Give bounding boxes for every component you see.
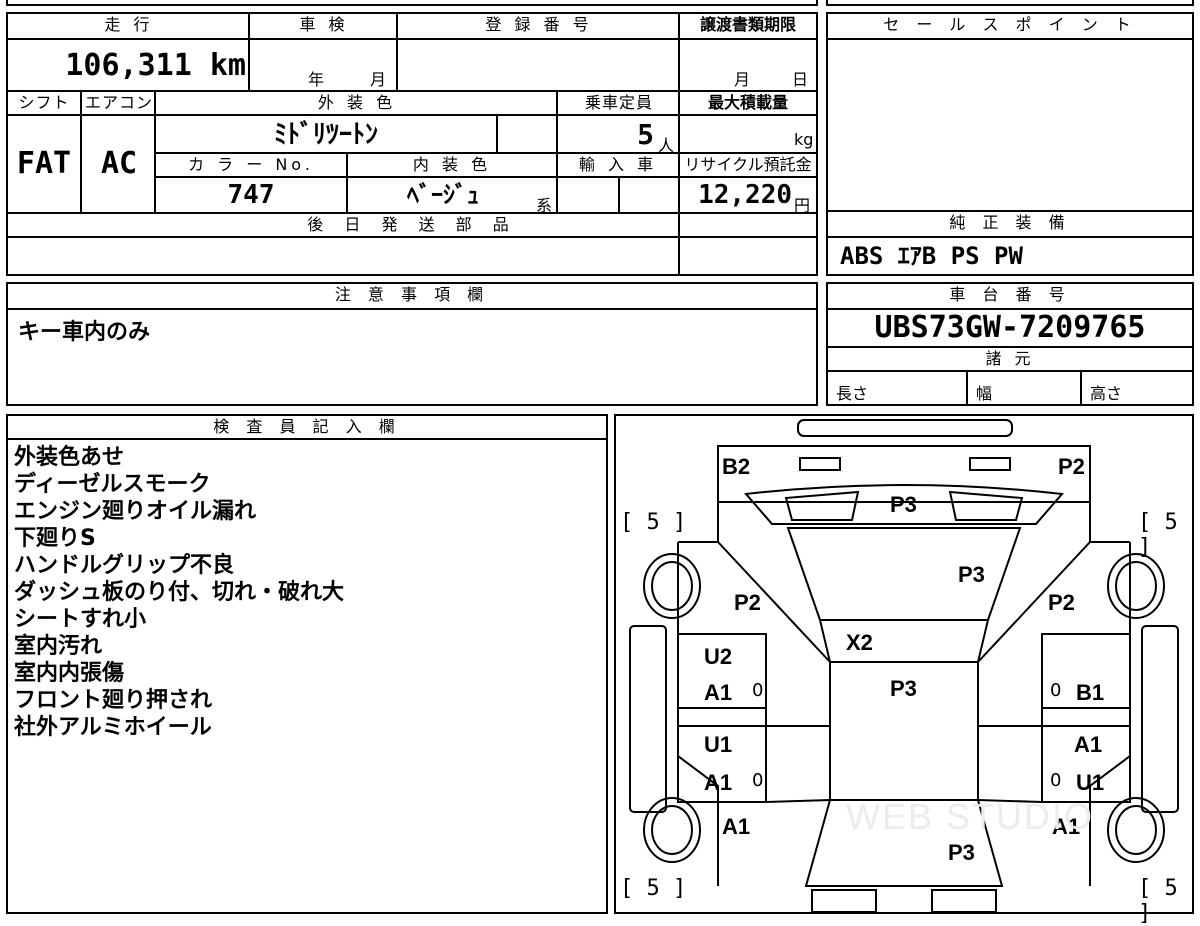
inspector-line: ダッシュ板のり付、切れ・破れ大: [14, 580, 345, 605]
capacity-label: 乗車定員: [584, 93, 653, 112]
sales-point-label: セ ー ル ス ポ イ ン ト: [828, 14, 1192, 40]
label-p3-rear: P3: [948, 840, 975, 865]
mileage-label: 走 行: [104, 15, 154, 34]
import-car-label: 輸 入 車: [578, 155, 658, 174]
inspector-line: 外装色あせ: [14, 445, 125, 470]
load-capacity-unit: kg: [794, 130, 814, 149]
interior-color-label: 内 装 色: [412, 155, 492, 174]
mileage-value: 106,311 km: [65, 48, 246, 83]
zero-mark: 0: [752, 770, 764, 791]
notes-box: 注 意 事 項 欄 キー車内のみ: [6, 282, 818, 406]
later-parts-label: 後 日 発 送 部 品: [307, 215, 517, 234]
transfer-month-unit: 月: [734, 70, 751, 89]
transfer-day-unit: 日: [792, 70, 809, 89]
equipment-box: 純 正 装 備 ABS ｴｱB PS PW: [826, 210, 1194, 276]
aircon-label: エアコン: [84, 93, 153, 112]
label-p3-roof: P3: [890, 676, 917, 701]
inspector-line: シートすれ小: [14, 607, 147, 632]
shaken-label: 車 検: [299, 15, 349, 34]
recycle-deposit-value: 12,220: [698, 180, 792, 210]
zero-mark: 0: [1050, 770, 1062, 791]
label-p2-left: P2: [734, 590, 761, 615]
capacity-value: 5: [637, 118, 654, 151]
chassis-value: UBS73GW-7209765: [874, 310, 1146, 345]
equipment-label: 純 正 装 備: [828, 212, 1192, 238]
label-u1-right: U1: [1076, 770, 1105, 795]
inspector-line: 室内内張傷: [14, 661, 125, 686]
watermark: WEB STUDIO: [846, 796, 1095, 837]
notes-label: 注 意 事 項 欄: [8, 284, 816, 310]
inspector-box: 検 査 員 記 入 欄 外装色あせ ディーゼルスモーク エンジン廻りオイル漏れ …: [6, 414, 608, 914]
interior-color-value: ﾍﾞｰｼﾞｭ: [407, 181, 479, 209]
equipment-value: ABS ｴｱB PS PW: [840, 242, 1023, 270]
transfer-deadline-label: 譲渡書類期限: [699, 15, 796, 34]
inspector-lines: 外装色あせ ディーゼルスモーク エンジン廻りオイル漏れ 下廻りS ハンドルグリッ…: [14, 444, 344, 741]
inspector-line: 下廻りS: [14, 526, 96, 551]
load-capacity-label: 最大積載量: [707, 93, 788, 112]
label-p3-windshield: P3: [958, 562, 985, 587]
inspector-line: 社外アルミホイール: [14, 715, 212, 740]
height-label: 高さ: [1090, 384, 1123, 403]
shift-label: シフト: [18, 93, 70, 112]
shift-value: FAT: [16, 146, 72, 181]
recycle-deposit-label: リサイクル預託金: [684, 155, 812, 174]
tire-rating-tr: [ 5 ]: [1138, 510, 1178, 560]
label-b1: B1: [1076, 680, 1105, 705]
inspector-line: ハンドルグリップ不良: [14, 553, 235, 578]
inspector-line: 室内汚れ: [14, 634, 103, 659]
width-label: 幅: [976, 384, 993, 403]
label-b2: B2: [722, 454, 751, 479]
chassis-label: 車 台 番 号: [828, 284, 1192, 310]
tire-rating-tl: [ 5 ]: [620, 510, 687, 535]
exterior-color-label: 外 装 色: [317, 93, 397, 112]
label-u2: U2: [704, 644, 733, 669]
label-p3-hood: P3: [890, 492, 917, 517]
color-number-value: 747: [227, 180, 275, 210]
aircon-value: AC: [100, 146, 138, 181]
tire-rating-bl: [ 5 ]: [620, 876, 687, 901]
label-x2: X2: [846, 630, 873, 655]
label-a1-right-front: A1: [1074, 732, 1103, 757]
label-p2-top: P2: [1058, 454, 1085, 479]
label-a1-left-rear: A1: [704, 770, 733, 795]
top-stub-right: [826, 0, 1194, 6]
exterior-color-value: ﾐﾄﾞﾘﾂｰﾄﾝ: [273, 120, 378, 150]
zero-mark: 0: [752, 680, 764, 701]
label-u1-left: U1: [704, 732, 733, 757]
spec-label: 諸 元: [985, 349, 1035, 368]
label-a1-rear-left: A1: [722, 814, 751, 839]
inspector-label: 検 査 員 記 入 欄: [8, 416, 606, 440]
inspector-line: ディーゼルスモーク: [14, 472, 211, 497]
label-a1-left-front: A1: [704, 680, 733, 705]
chassis-box: 車 台 番 号 UBS73GW-7209765 諸 元 長さ 幅 高さ: [826, 282, 1194, 406]
color-number-label: カ ラ ー No.: [188, 155, 314, 174]
zero-mark: 0: [1050, 680, 1062, 701]
top-stub-row: [6, 0, 818, 6]
car-diagram-box: B2 P2 P3 [ 5 ] [ 5 ] P3 P2 P2 X2 U2 P3 A…: [614, 414, 1194, 926]
shaken-month-unit: 月: [370, 70, 387, 89]
registration-label: 登 録 番 号: [485, 15, 593, 34]
tire-rating-br: [ 5 ]: [1138, 876, 1178, 926]
notes-value: キー車内のみ: [18, 320, 151, 345]
length-label: 長さ: [836, 384, 869, 403]
label-p2-right: P2: [1048, 590, 1075, 615]
vehicle-info-table: 走 行 車 検 登 録 番 号 譲渡書類期限 106,311 km 年 月 月 …: [6, 12, 818, 276]
shaken-year-unit: 年: [308, 70, 325, 89]
inspector-line: フロント廻り押され: [14, 688, 213, 713]
sales-point-box: セ ー ル ス ポ イ ン ト: [826, 12, 1194, 212]
inspector-line: エンジン廻りオイル漏れ: [14, 499, 257, 524]
